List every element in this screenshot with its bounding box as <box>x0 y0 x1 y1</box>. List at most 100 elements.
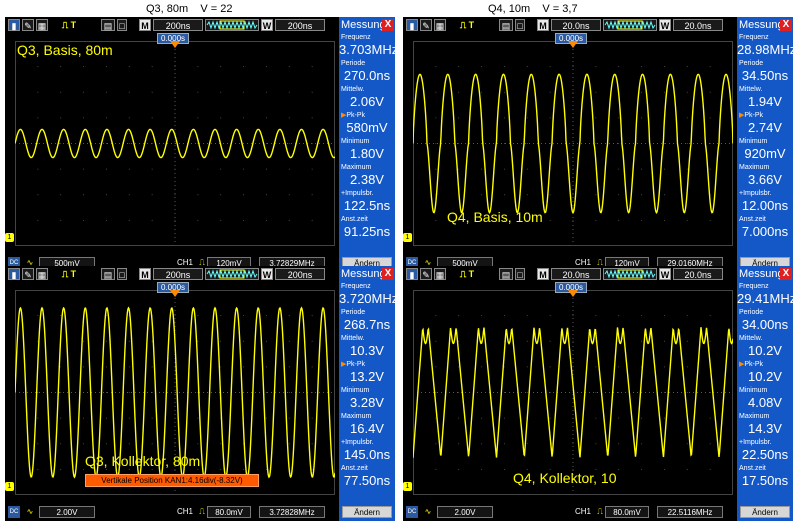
measurement-label: ▶Pk-Pk <box>739 112 793 120</box>
dc-coupling-icon[interactable]: DC <box>8 506 20 518</box>
measurement-value[interactable]: 3.28V <box>339 396 395 410</box>
measurement-value[interactable]: 2.06V <box>339 95 395 109</box>
measurement-value[interactable]: 3.703MHz <box>339 43 395 57</box>
measurement-value[interactable]: 29.41MHz <box>737 292 793 306</box>
square-icon[interactable]: □ <box>117 268 127 280</box>
measurement-value[interactable]: 2.38V <box>339 173 395 187</box>
channel-icon: ∿ <box>424 507 432 516</box>
measurement-label: Frequenz <box>341 283 371 290</box>
volts-per-div[interactable]: 2.00V <box>437 506 493 518</box>
measurement-value[interactable]: 12.00ns <box>737 199 793 213</box>
window-timebase-button[interactable]: W <box>659 19 671 31</box>
measurement-value[interactable]: 1.94V <box>737 95 793 109</box>
change-measurement-button[interactable]: Ändern <box>342 506 392 518</box>
run-stop-trigger[interactable]: ⎍ T <box>451 19 483 31</box>
run-icon[interactable]: ▮ <box>406 268 418 280</box>
main-timebase-button[interactable]: M <box>139 19 151 31</box>
close-icon[interactable]: X <box>780 19 792 31</box>
measurement-value[interactable]: 3.66V <box>737 173 793 187</box>
measurement-value[interactable]: 10.2V <box>737 344 793 358</box>
waveform-svg <box>413 290 733 495</box>
measurement-value[interactable]: 1.80V <box>339 147 395 161</box>
caption-right: Q4, 10m V = 3,7 <box>488 3 578 15</box>
pen-icon[interactable]: ✎ <box>420 268 432 280</box>
scope-screen-q3-kollektor: ▮ ✎ ▦ ⎍ T ▤ □ M 200ns W 200ns 0.000s 1 Q… <box>5 266 395 521</box>
volts-per-div[interactable]: 2.00V <box>39 506 95 518</box>
main-timebase-button[interactable]: M <box>537 268 549 280</box>
measurement-value[interactable]: 77.50ns <box>339 474 395 488</box>
window-timebase-button[interactable]: W <box>261 19 273 31</box>
measurement-label: Minimum <box>341 138 370 145</box>
grid-icon[interactable]: ▦ <box>36 268 48 280</box>
measurement-value[interactable]: 14.3V <box>737 422 793 436</box>
square-icon[interactable]: □ <box>117 19 127 31</box>
measurement-value[interactable]: 13.2V <box>339 370 395 384</box>
measurement-value[interactable]: 10.2V <box>737 370 793 384</box>
scope-screen-q3-basis: ▮ ✎ ▦ ⎍ T ▤ □ M 200ns W 200ns 0.000s 1 Q… <box>5 17 395 272</box>
waveform-label: Q4, Basis, 10m <box>447 209 543 225</box>
measurement-label: Periode <box>341 309 366 316</box>
pen-icon[interactable]: ✎ <box>22 19 34 31</box>
measurement-value[interactable]: 34.50ns <box>737 69 793 83</box>
measurement-value[interactable]: 580mV <box>339 121 395 135</box>
trigger-position-arrow-icon <box>170 290 180 297</box>
memory-icon[interactable]: ▤ <box>101 268 115 280</box>
measurement-value[interactable]: 28.98MHz <box>737 43 793 57</box>
grid-icon[interactable]: ▦ <box>36 19 48 31</box>
measurement-value[interactable]: 920mV <box>737 147 793 161</box>
measurement-panel: Messung X Frequenz 3.720MHz Periode 268.7ns… <box>339 266 395 521</box>
measurement-value[interactable]: 3.720MHz <box>339 292 395 306</box>
measurement-value[interactable]: 10.3V <box>339 344 395 358</box>
measurement-value[interactable]: 7.000ns <box>737 225 793 239</box>
scope-toolbar: ▮ ✎ ▦ ⎍ T ▤ □ M 200ns W 200ns <box>5 266 339 282</box>
measurement-label: Maximum <box>739 413 770 420</box>
run-icon[interactable]: ▮ <box>406 19 418 31</box>
measurement-value[interactable]: 16.4V <box>339 422 395 436</box>
trigger-channel: CH1 <box>176 507 193 516</box>
trigger-position-arrow-icon <box>170 41 180 48</box>
measurement-value[interactable]: 4.08V <box>737 396 793 410</box>
channel1-ground-marker-icon: 1 <box>403 233 412 242</box>
memory-icon[interactable]: ▤ <box>101 19 115 31</box>
trigger-level[interactable]: 80.0mV <box>605 506 649 518</box>
close-icon[interactable]: X <box>780 268 792 280</box>
measurement-value[interactable]: 22.50ns <box>737 448 793 462</box>
measurement-value[interactable]: 268.7ns <box>339 318 395 332</box>
measurement-value[interactable]: 2.74V <box>737 121 793 135</box>
run-stop-trigger[interactable]: ⎍ T <box>53 268 85 280</box>
run-stop-trigger[interactable]: ⎍ T <box>451 268 483 280</box>
main-timebase-button[interactable]: M <box>139 268 151 280</box>
close-icon[interactable]: X <box>382 268 394 280</box>
measurement-value[interactable]: 122.5ns <box>339 199 395 213</box>
memory-icon[interactable]: ▤ <box>499 268 513 280</box>
grid-icon[interactable]: ▦ <box>434 268 446 280</box>
grid-icon[interactable]: ▦ <box>434 19 446 31</box>
memory-icon[interactable]: ▤ <box>499 19 513 31</box>
close-icon[interactable]: X <box>382 19 394 31</box>
change-measurement-button[interactable]: Ändern <box>740 506 790 518</box>
measurement-label: Anst.zeit <box>341 465 368 472</box>
measurement-value[interactable]: 270.0ns <box>339 69 395 83</box>
pen-icon[interactable]: ✎ <box>22 268 34 280</box>
measurement-label-text: Pk-Pk <box>346 112 366 119</box>
window-timebase-button[interactable]: W <box>659 268 671 280</box>
trigger-level[interactable]: 80.0mV <box>207 506 251 518</box>
measurement-value[interactable]: 34.00ns <box>737 318 793 332</box>
square-icon[interactable]: □ <box>515 268 525 280</box>
vertical-position-warning: Vertikale Position KAN1:4.16div(-8.32V) <box>85 474 259 487</box>
run-icon[interactable]: ▮ <box>8 268 20 280</box>
measurement-value[interactable]: 17.50ns <box>737 474 793 488</box>
waveform-overview-icon <box>603 268 657 280</box>
waveform-label: Q3, Basis, 80m <box>17 42 113 58</box>
measurement-value[interactable]: 91.25ns <box>339 225 395 239</box>
dc-coupling-icon[interactable]: DC <box>406 506 418 518</box>
measurement-value[interactable]: 145.0ns <box>339 448 395 462</box>
measurement-label: Frequenz <box>739 283 769 290</box>
run-stop-trigger[interactable]: ⎍ T <box>53 19 85 31</box>
square-icon[interactable]: □ <box>515 19 525 31</box>
waveform-overview-icon <box>205 268 259 280</box>
run-icon[interactable]: ▮ <box>8 19 20 31</box>
window-timebase-button[interactable]: W <box>261 268 273 280</box>
pen-icon[interactable]: ✎ <box>420 19 432 31</box>
main-timebase-button[interactable]: M <box>537 19 549 31</box>
